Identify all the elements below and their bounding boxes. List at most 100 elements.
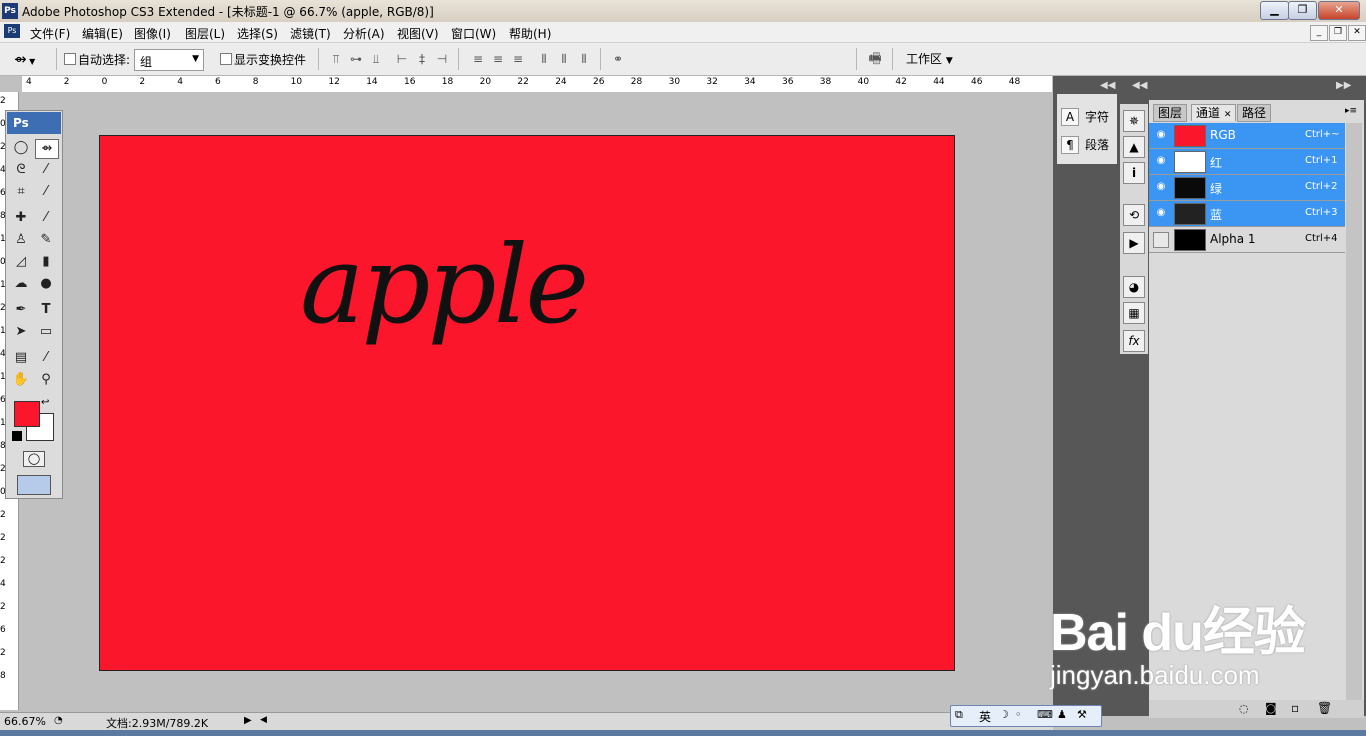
path-selection-tool-icon[interactable]: ➤: [10, 323, 32, 341]
eraser-tool-icon[interactable]: ◿: [10, 253, 32, 271]
collapse-dock-icon[interactable]: ◀◀: [1132, 80, 1147, 91]
document-info[interactable]: 文档:2.93M/789.2K: [106, 715, 208, 731]
expand-dock-icon[interactable]: ▶▶: [1336, 80, 1351, 91]
doc-close-button[interactable]: ✕: [1348, 25, 1366, 41]
new-channel-icon[interactable]: ▫: [1291, 701, 1299, 715]
lasso-tool-icon[interactable]: ᘓ: [10, 161, 32, 179]
menu-image[interactable]: 图像(I): [134, 25, 171, 42]
gradient-tool-icon[interactable]: ▮: [35, 253, 57, 271]
channel-row-red[interactable]: ◉ 红 Ctrl+1: [1149, 149, 1345, 175]
status-menu-arrow-icon[interactable]: ▶: [244, 715, 252, 726]
status-info-icon[interactable]: ◔: [54, 715, 63, 726]
ruler-horizontal[interactable]: 4 2 0 2 4 6 8 10 12 14 16 18 20 22 24 26 28 30 32 34 36 38 40 4…: [22, 76, 1052, 93]
auto-select-checkbox[interactable]: [64, 53, 76, 65]
styles-icon[interactable]: fx: [1123, 330, 1145, 352]
slice-tool-icon[interactable]: ⁄: [35, 183, 57, 201]
menu-window[interactable]: 窗口(W): [451, 25, 496, 42]
doc-minimize-button[interactable]: _: [1310, 25, 1328, 41]
screen-mode-icon[interactable]: [17, 475, 51, 495]
distribute-top-icon[interactable]: ≡: [470, 52, 486, 66]
panel-scrollbar[interactable]: [1346, 123, 1362, 703]
actions-icon[interactable]: ▶: [1123, 232, 1145, 254]
distribute-vertical-center-icon[interactable]: ≡: [490, 52, 506, 66]
zoom-level[interactable]: 66.67%: [4, 715, 46, 728]
history-icon[interactable]: ⟲: [1123, 204, 1145, 226]
tab-layers[interactable]: 图层: [1153, 104, 1188, 122]
menu-layer[interactable]: 图层(L): [185, 25, 225, 42]
channel-row-alpha[interactable]: Alpha 1 Ctrl+4: [1149, 227, 1345, 253]
move-tool-preset-picker[interactable]: ⇴ ▼: [14, 50, 35, 68]
pen-tool-icon[interactable]: ✒: [10, 301, 32, 319]
eyedropper-tool-icon[interactable]: ⁄: [35, 349, 57, 367]
healing-brush-tool-icon[interactable]: ✚: [10, 209, 32, 227]
menu-select[interactable]: 选择(S): [237, 25, 278, 42]
close-icon[interactable]: ✕: [1224, 110, 1232, 120]
punctuation-icon[interactable]: ◦: [1015, 708, 1022, 721]
document-icon[interactable]: Ps: [4, 24, 20, 38]
elliptical-marquee-tool-icon[interactable]: ◯: [10, 139, 32, 157]
settings-wrench-icon[interactable]: ⚒: [1077, 708, 1087, 721]
type-tool-icon[interactable]: T: [35, 301, 57, 319]
visibility-toggle[interactable]: [1153, 232, 1169, 248]
distribute-bottom-icon[interactable]: ≡: [510, 52, 526, 66]
align-top-icon[interactable]: ⫪: [328, 52, 344, 66]
distribute-left-icon[interactable]: ⫴: [536, 52, 552, 66]
apple-text-layer[interactable]: apple: [300, 232, 589, 340]
swatches-icon[interactable]: ▦: [1123, 302, 1145, 324]
align-bottom-icon[interactable]: ⫫: [368, 52, 384, 66]
blur-tool-icon[interactable]: ☁: [10, 275, 32, 293]
character-panel-button[interactable]: A 字符: [1061, 108, 1109, 126]
magic-wand-tool-icon[interactable]: ⁄: [35, 161, 57, 179]
document-canvas[interactable]: [99, 135, 955, 671]
eye-icon[interactable]: ◉: [1154, 207, 1168, 219]
brush-tool-icon[interactable]: ⁄: [35, 209, 57, 227]
channel-row-green[interactable]: ◉ 绿 Ctrl+2: [1149, 175, 1345, 201]
foreground-color-swatch[interactable]: [14, 401, 40, 427]
align-right-icon[interactable]: ⊣: [434, 52, 450, 66]
histogram-icon[interactable]: ▲: [1123, 136, 1145, 158]
menu-edit[interactable]: 编辑(E): [82, 25, 123, 42]
ime-language[interactable]: 英: [979, 708, 991, 725]
auto-align-layers-icon[interactable]: ⚭: [610, 52, 626, 66]
channel-row-rgb[interactable]: ◉ RGB Ctrl+~: [1149, 123, 1345, 149]
align-horizontal-center-icon[interactable]: ‡: [414, 52, 430, 66]
dodge-tool-icon[interactable]: ●: [35, 275, 57, 293]
eye-icon[interactable]: ◉: [1154, 155, 1168, 167]
menu-view[interactable]: 视图(V): [397, 25, 439, 42]
tab-channels[interactable]: 通道 ✕: [1191, 104, 1237, 121]
navigator-icon[interactable]: ✵: [1123, 110, 1145, 132]
move-tool-icon[interactable]: ⇴: [35, 139, 59, 159]
zoom-tool-icon[interactable]: ⚲: [35, 371, 57, 389]
doc-restore-button[interactable]: ❐: [1329, 25, 1347, 41]
swap-colors-icon[interactable]: ↩: [41, 397, 49, 408]
maximize-button[interactable]: ❐: [1288, 1, 1317, 20]
align-left-icon[interactable]: ⊢: [394, 52, 410, 66]
auto-select-dropdown[interactable]: 组 ▼: [134, 49, 204, 71]
menu-filter[interactable]: 滤镜(T): [290, 25, 331, 42]
ime-logo-icon[interactable]: ⧉: [955, 708, 963, 722]
quick-mask-icon[interactable]: ◯: [23, 451, 45, 467]
save-selection-icon[interactable]: ◙: [1265, 701, 1277, 715]
notes-tool-icon[interactable]: ▤: [10, 349, 32, 367]
history-brush-tool-icon[interactable]: ✎: [35, 231, 57, 249]
default-colors-icon[interactable]: [12, 431, 22, 441]
workspace-button[interactable]: 工作区 ▼: [906, 50, 953, 67]
rectangle-tool-icon[interactable]: ▭: [35, 323, 57, 341]
channel-row-blue[interactable]: ◉ 蓝 Ctrl+3: [1149, 201, 1345, 227]
scroll-left-icon[interactable]: ◀: [260, 715, 267, 725]
delete-channel-icon[interactable]: 🗑: [1317, 701, 1332, 715]
show-transform-checkbox[interactable]: [220, 53, 232, 65]
crop-tool-icon[interactable]: ⌗: [10, 183, 32, 201]
hand-tool-icon[interactable]: ✋: [10, 371, 32, 389]
minimize-button[interactable]: ▁: [1260, 1, 1289, 20]
clone-stamp-tool-icon[interactable]: ♙: [10, 231, 32, 249]
load-selection-icon[interactable]: ◌: [1239, 702, 1249, 715]
user-icon[interactable]: ♟: [1057, 708, 1067, 721]
distribute-right-icon[interactable]: ⫴: [576, 52, 592, 66]
toolbox-header[interactable]: Ps: [7, 112, 61, 134]
close-button[interactable]: ✕: [1318, 1, 1360, 20]
color-icon[interactable]: ◕: [1123, 276, 1145, 298]
bridge-icon[interactable]: 🖷: [864, 52, 886, 66]
align-vertical-center-icon[interactable]: ⊶: [348, 52, 364, 66]
eye-icon[interactable]: ◉: [1154, 181, 1168, 193]
